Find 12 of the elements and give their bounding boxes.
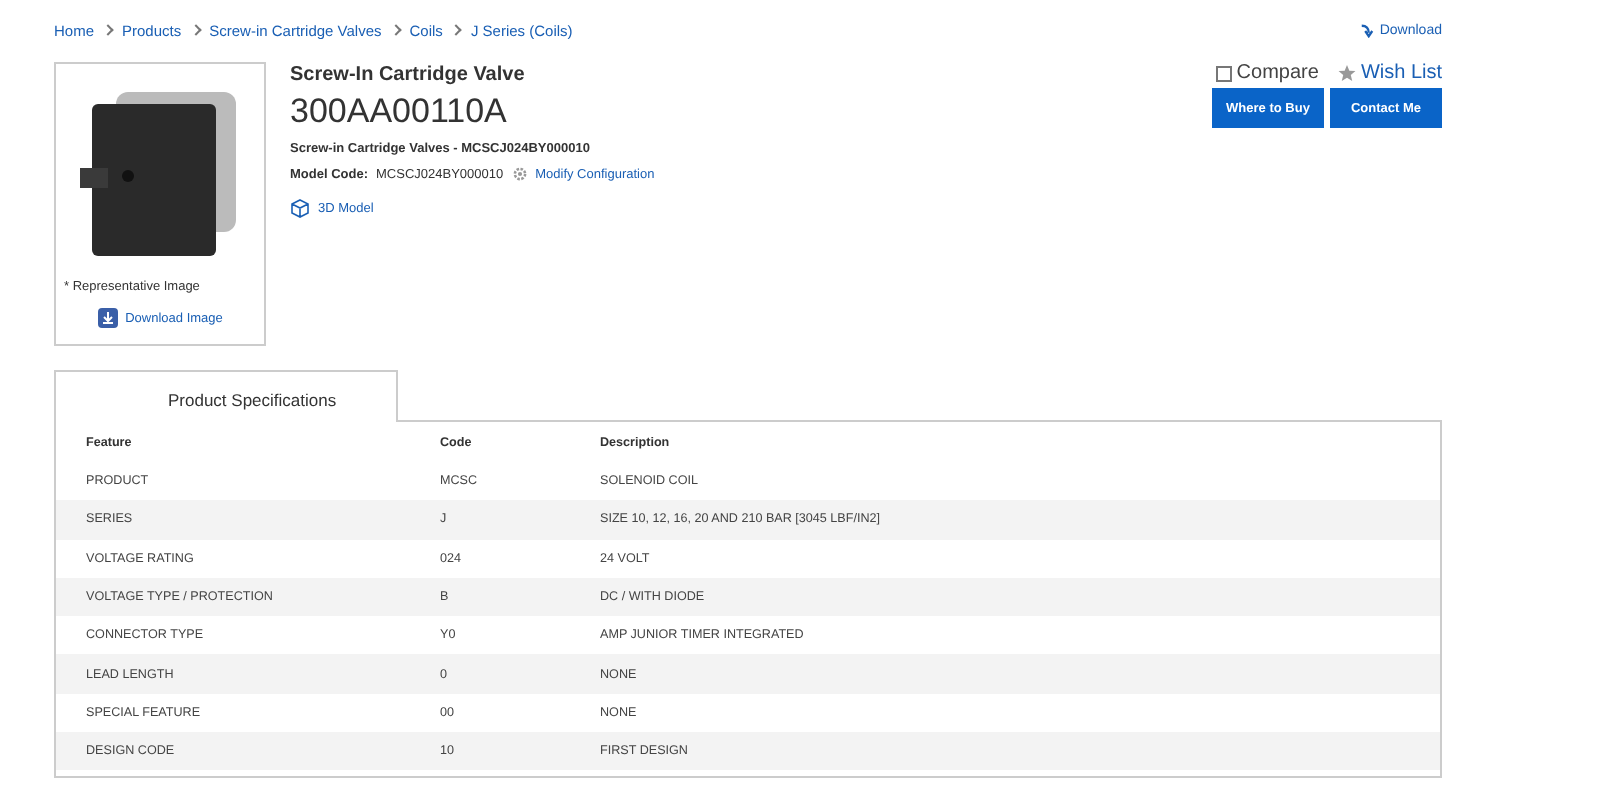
gear-icon	[511, 166, 528, 182]
product-category: Screw-In Cartridge Valve	[290, 64, 527, 86]
chevron-icon	[102, 24, 114, 36]
wish-list-link[interactable]: Wish List	[1338, 62, 1442, 84]
star-icon	[1338, 64, 1357, 82]
arrow-icon	[1359, 23, 1374, 37]
chevron-icon	[451, 24, 463, 36]
part-number: 300AA00110A	[290, 92, 509, 132]
compare-checkbox[interactable]: Compare	[1216, 62, 1319, 84]
download-icon	[97, 308, 118, 328]
tab[interactable]: Product Specifications	[54, 370, 398, 422]
cube-icon	[290, 198, 310, 218]
